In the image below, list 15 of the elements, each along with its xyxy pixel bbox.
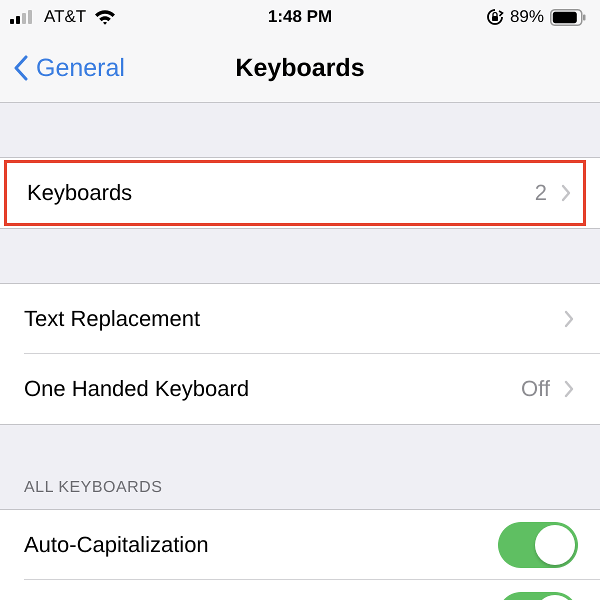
settings-row[interactable]: Text Replacement [24, 284, 600, 354]
row-label: Keyboards [27, 180, 132, 206]
section-header: ALL KEYBOARDS [23, 478, 164, 498]
row-value: Off [521, 376, 550, 402]
clock-time: 1:48 PM [268, 7, 332, 27]
row-value: 2 [534, 180, 547, 206]
row-label: Text Replacement [24, 306, 200, 332]
settings-row[interactable]: One Handed Keyboard Off [24, 354, 600, 424]
page-title: Keyboards [235, 54, 365, 82]
row-label: Auto-Capitalization [24, 532, 209, 558]
battery-percent: 89% [510, 7, 544, 27]
row-label: One Handed Keyboard [24, 376, 250, 402]
settings-row[interactable]: Keyboards 2 [4, 160, 586, 226]
carrier-name: AT&T [44, 7, 86, 27]
back-button[interactable]: General [0, 54, 125, 82]
